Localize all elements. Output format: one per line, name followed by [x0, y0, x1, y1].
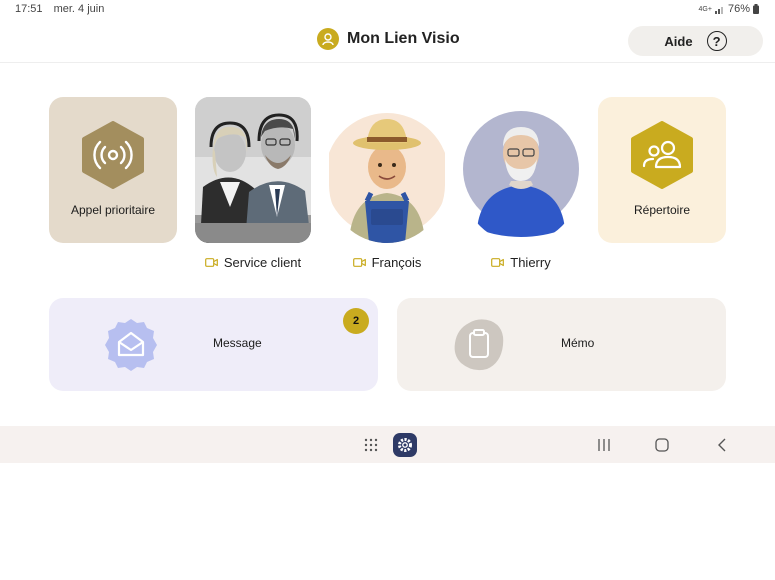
contact-francois[interactable]: François — [329, 97, 445, 270]
app-drawer-button[interactable] — [362, 434, 380, 456]
contact-name-row: Service client — [183, 255, 323, 270]
app-title: Mon Lien Visio — [347, 30, 460, 47]
grid-icon — [364, 438, 378, 452]
video-icon — [491, 258, 505, 267]
status-bar: 17:51 mer. 4 juin 4G+ 76% — [0, 0, 775, 18]
help-button[interactable]: Aide ? — [628, 26, 763, 56]
clipboard-icon — [454, 319, 504, 371]
battery-percent: 76% — [727, 3, 750, 15]
directory-label: Répertoire — [633, 203, 691, 217]
signal-icon — [714, 6, 723, 14]
status-date: mer. 4 juin — [53, 3, 105, 15]
grandfather-avatar — [463, 97, 579, 243]
battery-icon — [753, 4, 759, 14]
directory-tile[interactable]: Répertoire — [598, 97, 726, 243]
call-center-photo — [195, 97, 311, 243]
back-button[interactable] — [714, 434, 730, 456]
question-icon: ? — [706, 31, 727, 51]
memo-label: Mémo — [561, 336, 595, 350]
priority-call-tile[interactable]: Appel prioritaire — [49, 97, 177, 243]
contact-name: François — [371, 255, 422, 270]
app-logo-icon — [317, 28, 339, 50]
envelope-icon — [105, 319, 157, 371]
app-header: Mon Lien Visio Aide ? — [0, 18, 775, 63]
gear-icon — [393, 433, 417, 457]
contact-service-client[interactable]: Service client — [195, 97, 311, 270]
app-title-group: Mon Lien Visio — [317, 28, 460, 50]
settings-button[interactable] — [393, 433, 417, 457]
home-button[interactable] — [654, 434, 670, 456]
video-icon — [352, 258, 366, 267]
back-chevron-icon — [718, 438, 726, 452]
contact-name-row: François — [317, 255, 457, 270]
contact-name: Thierry — [510, 255, 551, 270]
memo-card[interactable]: Mémo — [397, 298, 726, 391]
contact-name-row: Thierry — [451, 255, 591, 270]
help-label: Aide — [664, 33, 693, 49]
network-indicator: 4G+ — [698, 5, 712, 13]
status-time: 17:51 — [15, 3, 43, 15]
broadcast-icon — [82, 121, 144, 189]
recent-apps-button[interactable] — [596, 434, 612, 456]
system-nav-bar — [0, 426, 775, 463]
message-label: Message — [213, 336, 262, 350]
message-count-badge: 2 — [343, 308, 369, 334]
video-icon — [204, 258, 218, 267]
priority-call-label: Appel prioritaire — [70, 203, 156, 217]
contacts-icon — [631, 121, 693, 189]
message-card[interactable]: Message 2 — [49, 298, 378, 391]
contact-thierry[interactable]: Thierry — [463, 97, 579, 270]
home-icon — [655, 438, 669, 452]
contact-name: Service client — [223, 255, 302, 270]
recents-icon — [598, 439, 610, 451]
farmer-avatar — [329, 97, 445, 243]
